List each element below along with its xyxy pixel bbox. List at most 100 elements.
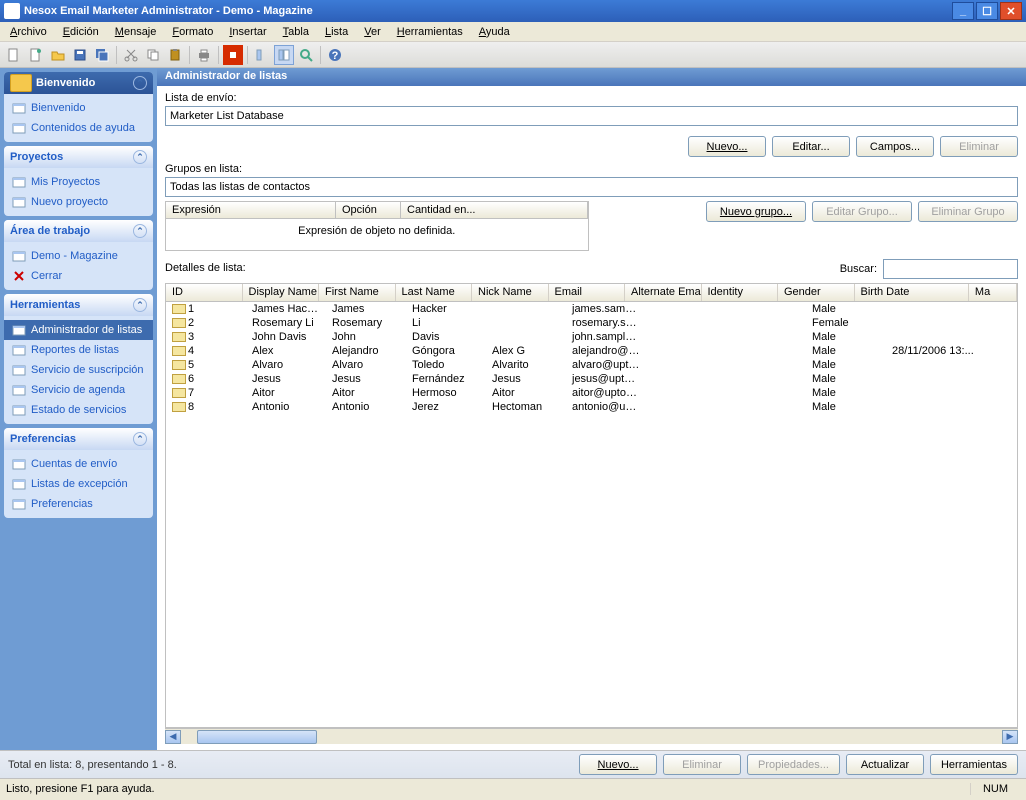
panel-head-workspace[interactable]: Área de trabajo⌃	[4, 220, 153, 242]
column-header-display-name[interactable]: Display Name	[243, 284, 320, 301]
horizontal-scrollbar[interactable]: ◀ ▶	[165, 728, 1018, 744]
search-icon[interactable]	[296, 45, 316, 65]
menu-lista[interactable]: Lista	[317, 24, 356, 40]
sidebar-item-bienvenido[interactable]: Bienvenido	[4, 98, 153, 118]
svg-text:?: ?	[332, 50, 339, 62]
menu-edición[interactable]: Edición	[55, 24, 107, 40]
menu-insertar[interactable]: Insertar	[221, 24, 274, 40]
sidebar-item-preferencias[interactable]: Preferencias	[4, 494, 153, 514]
column-header-first-name[interactable]: First Name	[319, 284, 396, 301]
save-icon[interactable]	[70, 45, 90, 65]
sidebar-item-servicio-de-suscripción[interactable]: Servicio de suscripción	[4, 360, 153, 380]
view1-icon[interactable]	[252, 45, 272, 65]
table-row[interactable]: 5AlvaroAlvaroToledoAlvaritoalvaro@uptodo…	[166, 358, 1017, 372]
sidebar-item-reportes-de-listas[interactable]: Reportes de listas	[4, 340, 153, 360]
table-row[interactable]: 7AitorAitorHermosoAitoraitor@uptodow...M…	[166, 386, 1017, 400]
list-label: Lista de envío:	[165, 92, 1018, 104]
menu-ver[interactable]: Ver	[356, 24, 389, 40]
table-cell: Alvaro	[246, 359, 326, 371]
edit-list-button[interactable]: Editar...	[772, 136, 850, 157]
sidebar-item-listas-de-excepción[interactable]: Listas de excepción	[4, 474, 153, 494]
column-header-email[interactable]: Email	[549, 284, 626, 301]
chevron-icon[interactable]: ⌃	[133, 432, 147, 446]
table-cell: John Davis	[246, 331, 326, 343]
footer-refresh-button[interactable]: Actualizar	[846, 754, 924, 775]
table-cell: Jerez	[406, 401, 486, 413]
menu-formato[interactable]: Formato	[164, 24, 221, 40]
column-header-last-name[interactable]: Last Name	[396, 284, 473, 301]
chevron-icon[interactable]: ⌃	[133, 76, 147, 90]
menu-tabla[interactable]: Tabla	[275, 24, 317, 40]
panel-head-welcome[interactable]: Bienvenido⌃	[4, 72, 153, 94]
main-panel: Administrador de listas Lista de envío: …	[157, 68, 1026, 750]
row-icon	[172, 360, 186, 370]
menu-herramientas[interactable]: Herramientas	[389, 24, 471, 40]
column-header-alternate-email[interactable]: Alternate Email	[625, 284, 702, 301]
column-header-identity[interactable]: Identity	[702, 284, 779, 301]
sidebar-item-nuevo-proyecto[interactable]: Nuevo proyecto	[4, 192, 153, 212]
view2-icon[interactable]	[274, 45, 294, 65]
print-icon[interactable]	[194, 45, 214, 65]
expr-col-count[interactable]: Cantidad en...	[401, 202, 588, 218]
new-list-button[interactable]: Nuevo...	[688, 136, 766, 157]
scroll-thumb[interactable]	[197, 730, 317, 744]
sidebar-item-mis-proyectos[interactable]: Mis Proyectos	[4, 172, 153, 192]
copy-icon[interactable]	[143, 45, 163, 65]
paste-icon[interactable]	[165, 45, 185, 65]
table-row[interactable]: 8AntonioAntonioJerezHectomanantonio@upto…	[166, 400, 1017, 414]
list-input[interactable]	[165, 106, 1018, 126]
footer-tools-button[interactable]: Herramientas	[930, 754, 1018, 775]
column-header-id[interactable]: ID	[166, 284, 243, 301]
sidebar-item-cuentas-de-envío[interactable]: Cuentas de envío	[4, 454, 153, 474]
maximize-button[interactable]: ☐	[976, 2, 998, 20]
expr-col-expression[interactable]: Expresión	[166, 202, 336, 218]
sidebar-item-cerrar[interactable]: Cerrar	[4, 266, 153, 286]
cut-icon[interactable]	[121, 45, 141, 65]
stop-icon[interactable]	[223, 45, 243, 65]
new-doc-icon[interactable]	[26, 45, 46, 65]
table-cell: Male	[806, 331, 886, 343]
fields-button[interactable]: Campos...	[856, 136, 934, 157]
chevron-icon[interactable]: ⌃	[133, 298, 147, 312]
table-row[interactable]: 1James HackerJamesHackerjames.sample@...…	[166, 302, 1017, 316]
chevron-icon[interactable]: ⌃	[133, 150, 147, 164]
column-header-gender[interactable]: Gender	[778, 284, 855, 301]
table-cell: 8	[166, 401, 246, 413]
table-row[interactable]: 3John DavisJohnDavisjohn.sample@g...Male	[166, 330, 1017, 344]
chevron-icon[interactable]: ⌃	[133, 224, 147, 238]
groups-input[interactable]	[165, 177, 1018, 197]
table-row[interactable]: 2Rosemary LiRosemaryLirosemary.sampl...F…	[166, 316, 1017, 330]
scroll-right-icon[interactable]: ▶	[1002, 730, 1018, 744]
sidebar-item-contenidos-de-ayuda[interactable]: Contenidos de ayuda	[4, 118, 153, 138]
scroll-left-icon[interactable]: ◀	[165, 730, 181, 744]
table-row[interactable]: 4AlexAlejandroGóngoraAlex Galejandro@upt…	[166, 344, 1017, 358]
item-icon	[12, 363, 26, 377]
table-row[interactable]: 6JesusJesusFernándezJesusjesus@uptodo...…	[166, 372, 1017, 386]
table-cell: Aitor	[486, 387, 566, 399]
panel-head-prefs[interactable]: Preferencias⌃	[4, 428, 153, 450]
search-input[interactable]	[883, 259, 1018, 279]
panel-head-tools[interactable]: Herramientas⌃	[4, 294, 153, 316]
footer-new-button[interactable]: Nuevo...	[579, 754, 657, 775]
sidebar-item-servicio-de-agenda[interactable]: Servicio de agenda	[4, 380, 153, 400]
sidebar-item-administrador-de-listas[interactable]: Administrador de listas	[4, 320, 153, 340]
column-header-ma[interactable]: Ma	[969, 284, 1017, 301]
menu-ayuda[interactable]: Ayuda	[471, 24, 518, 40]
panel-head-projects[interactable]: Proyectos⌃	[4, 146, 153, 168]
new-group-button[interactable]: Nuevo grupo...	[706, 201, 806, 222]
close-button[interactable]: ✕	[1000, 2, 1022, 20]
expr-col-option[interactable]: Opción	[336, 202, 401, 218]
new-file-icon[interactable]	[4, 45, 24, 65]
panel-workspace: Área de trabajo⌃ Demo - MagazineCerrar	[4, 220, 153, 290]
save-all-icon[interactable]	[92, 45, 112, 65]
sidebar-item-estado-de-servicios[interactable]: Estado de servicios	[4, 400, 153, 420]
minimize-button[interactable]: _	[952, 2, 974, 20]
open-icon[interactable]	[48, 45, 68, 65]
sidebar-item-demo---magazine[interactable]: Demo - Magazine	[4, 246, 153, 266]
column-header-birth-date[interactable]: Birth Date	[855, 284, 969, 301]
column-header-nick-name[interactable]: Nick Name	[472, 284, 549, 301]
menu-mensaje[interactable]: Mensaje	[107, 24, 165, 40]
main-header: Administrador de listas	[157, 68, 1026, 86]
menu-archivo[interactable]: Archivo	[2, 24, 55, 40]
help-icon[interactable]: ?	[325, 45, 345, 65]
